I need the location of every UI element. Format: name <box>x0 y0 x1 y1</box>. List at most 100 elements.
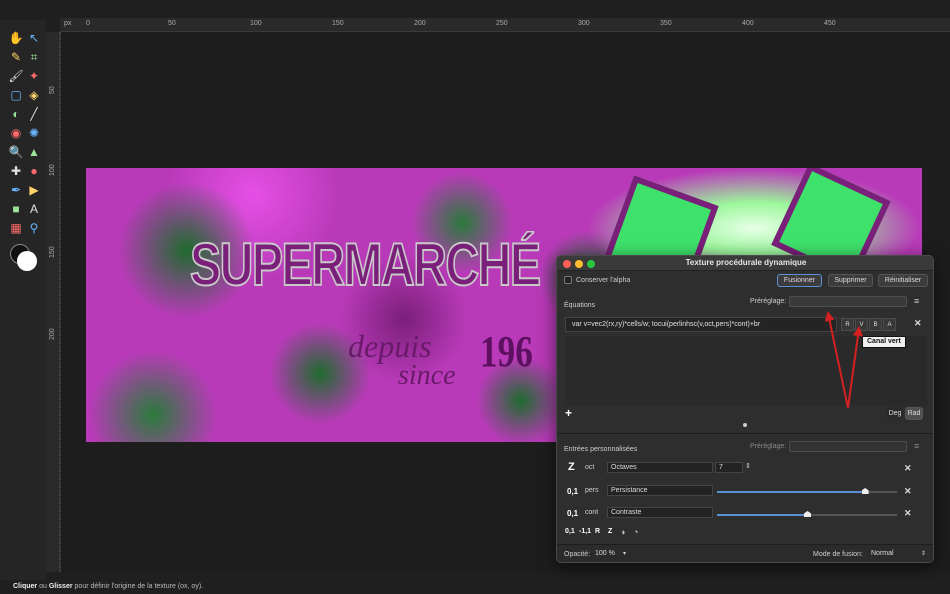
ruler-top-tick: 350 <box>660 20 672 27</box>
preset-menu-icon[interactable]: ≡ <box>914 296 919 306</box>
octaves-value-field[interactable]: 7 <box>715 462 743 473</box>
input-tag-oct: oct <box>585 464 595 471</box>
preset-label: Préréglage: <box>750 298 787 305</box>
channel-b-button[interactable]: B <box>869 318 882 331</box>
equation-input[interactable]: var v=vec2(rx,ry)*cells/w; tocui(perlinh… <box>565 317 837 332</box>
conserve-alpha-label: Conserver l'alpha <box>576 277 631 284</box>
procedural-texture-dialog: Texture procédurale dynamique Conserver … <box>556 255 934 563</box>
rad-toggle[interactable]: Rad <box>905 407 923 420</box>
persistance-slider-track[interactable] <box>864 491 897 493</box>
dodge-tool-icon[interactable]: ◉ <box>8 125 24 141</box>
node-tool-icon[interactable]: ▶ <box>26 182 42 198</box>
crop-tool-icon[interactable]: ⌗ <box>26 49 42 65</box>
input-name-contraste[interactable]: Contraste <box>607 507 713 518</box>
dialog-title: Texture procédurale dynamique <box>685 258 807 267</box>
remove-contraste-icon[interactable]: ✕ <box>904 508 912 519</box>
magic-wand-icon[interactable]: ✦ <box>26 68 42 84</box>
hand-tool-icon[interactable]: ✋ <box>8 30 24 46</box>
ruler-top-tick: 0 <box>86 20 90 27</box>
tools-panel <box>0 20 46 580</box>
ruler-left-tick: 50 <box>49 86 56 94</box>
ruler-top-tick: 50 <box>168 20 176 27</box>
stamp-tool-icon[interactable]: ▲ <box>26 144 42 160</box>
opacity-label: Opacité: <box>564 551 591 558</box>
section-divider <box>557 433 933 434</box>
healing-tool-icon[interactable]: ✚ <box>8 163 24 179</box>
blend-mode-label: Mode de fusion: <box>813 551 863 558</box>
merge-button[interactable]: Fusionner <box>777 274 822 287</box>
reset-button[interactable]: Réinitialiser <box>878 274 928 287</box>
integer-type-icon: Z <box>568 461 575 473</box>
brush-tool-icon[interactable]: ╱ <box>26 106 42 122</box>
channel-a-button[interactable]: A <box>883 318 896 331</box>
equations-label: Équations <box>564 302 596 309</box>
status-click: Cliquer <box>13 583 38 590</box>
preset-select[interactable] <box>789 296 907 307</box>
contraste-slider-thumb[interactable] <box>804 511 811 517</box>
color-picker-icon[interactable]: ✎ <box>8 49 24 65</box>
artwork-title-text: SUPERMARCHÉ <box>189 230 542 299</box>
conserve-alpha-checkbox[interactable] <box>564 276 572 284</box>
artwork-year-text: 196 <box>480 327 533 376</box>
input-name-octaves[interactable]: Octaves <box>607 462 713 473</box>
float-type-icon: 0,1 <box>567 487 579 496</box>
dialog-footer: Opacité: 100 % ▾ Mode de fusion: Normal … <box>557 544 933 562</box>
status-rest: pour définir l'origine de la texture (ox… <box>74 583 204 590</box>
add-real-input-button[interactable]: R <box>595 528 600 535</box>
resize-handle[interactable] <box>743 423 747 427</box>
custom-preset-select[interactable] <box>789 441 907 452</box>
ruler-top-tick: 200 <box>414 20 426 27</box>
delete-button[interactable]: Supprimer <box>828 274 873 287</box>
add-signed-input-button[interactable]: -1,1 <box>579 528 591 535</box>
gradient-tool-icon[interactable]: ◐ <box>8 106 24 122</box>
octaves-stepper-icon[interactable]: ⇕ <box>745 462 751 470</box>
clone-tool-icon[interactable]: ✺ <box>26 125 42 141</box>
channel-v-button[interactable]: V <box>855 318 868 331</box>
opacity-dropdown-icon[interactable]: ▾ <box>623 550 626 557</box>
add-integer-input-button[interactable]: Z <box>608 528 612 535</box>
fill-bucket-icon[interactable]: ◈ <box>26 87 42 103</box>
status-drag: Glisser <box>48 583 73 590</box>
add-float-input-button[interactable]: 0,1 <box>565 528 575 535</box>
blend-mode-dropdown-icon[interactable]: ⇕ <box>921 550 926 557</box>
move-tool-icon[interactable]: ↖ <box>26 30 42 46</box>
channel-r-button[interactable]: R <box>841 318 854 331</box>
input-name-persistance[interactable]: Persistance <box>607 485 713 496</box>
persistance-slider-fill[interactable] <box>717 491 865 493</box>
contraste-slider-fill[interactable] <box>717 514 807 516</box>
shape-tool-icon[interactable]: ■ <box>8 201 24 217</box>
remove-equation-icon[interactable]: ✕ <box>914 318 922 329</box>
affinity-window: 0 50 100 150 200 250 300 350 400 450 50 100 150 200 … <box>0 0 950 594</box>
dialog-titlebar[interactable]: Texture procédurale dynamique <box>557 256 933 271</box>
ruler-top-tick: 300 <box>578 20 590 27</box>
blend-mode-select[interactable]: Normal <box>867 549 929 560</box>
text-tool-icon[interactable]: A <box>26 201 42 217</box>
float-type-icon-2: 0,1 <box>567 509 579 518</box>
vertical-ruler: 50 100 150 200 <box>46 32 60 572</box>
paint-brush-icon[interactable]: 🖌 <box>8 68 24 84</box>
pen-tool-icon[interactable]: ✒ <box>8 182 24 198</box>
ruler-top-tick: 150 <box>332 20 344 27</box>
marquee-tool-icon[interactable]: ▢ <box>8 87 24 103</box>
remove-octaves-icon[interactable]: ✕ <box>904 463 912 474</box>
add-equation-icon[interactable]: + <box>565 406 572 420</box>
blur-tool-icon[interactable]: ● <box>26 163 42 179</box>
add-color-input-icon[interactable]: ◑ <box>620 527 625 537</box>
persistance-slider-thumb[interactable] <box>861 488 869 494</box>
add-angle-input-icon[interactable]: ◔ <box>633 527 638 537</box>
deg-toggle[interactable]: Deg <box>887 407 903 420</box>
contraste-slider-track[interactable] <box>807 514 897 516</box>
zoom-tool-icon[interactable]: 🔍 <box>8 144 24 160</box>
ruler-left-tick: 200 <box>49 328 56 340</box>
background-color-swatch[interactable] <box>17 251 37 271</box>
custom-preset-menu-icon[interactable]: ≡ <box>914 441 919 451</box>
ruler-left-tick: 100 <box>49 164 56 176</box>
ruler-unit-label: px <box>64 20 72 27</box>
view-tool-icon[interactable]: ⚲ <box>26 220 42 236</box>
mesh-tool-icon[interactable]: ▦ <box>8 220 24 236</box>
input-tag-pers: pers <box>585 487 599 494</box>
ruler-top-tick: 450 <box>824 20 836 27</box>
ruler-top-tick: 100 <box>250 20 262 27</box>
remove-persistance-icon[interactable]: ✕ <box>904 486 912 497</box>
channel-tooltip: Canal vert <box>862 336 906 348</box>
